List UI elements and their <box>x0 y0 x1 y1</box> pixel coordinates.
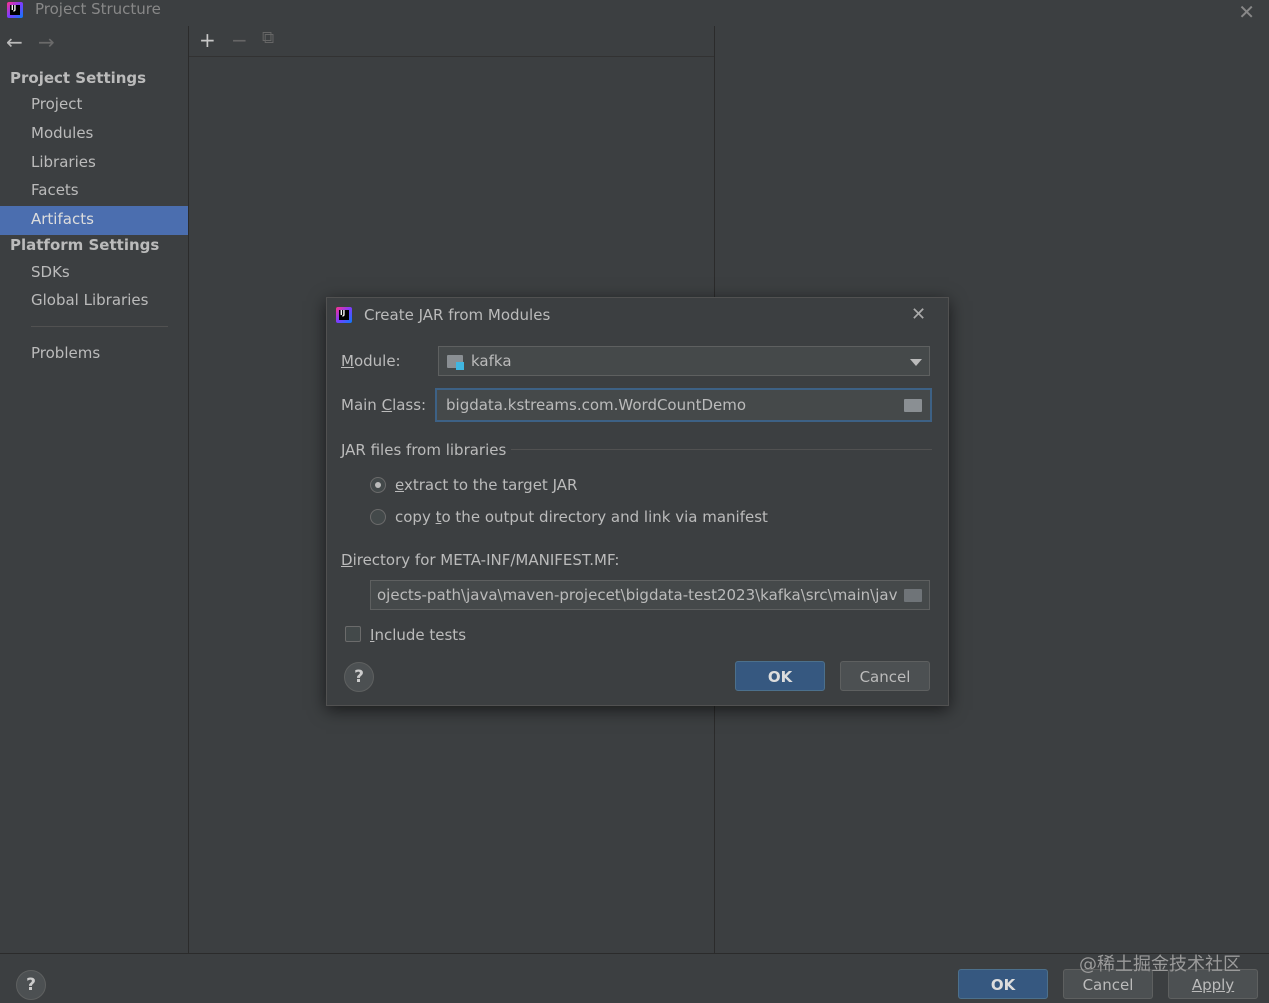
sidebar: ← → Project Settings Project Modules Lib… <box>0 26 189 953</box>
module-folder-icon <box>447 355 464 370</box>
sidebar-item-libraries[interactable]: Libraries <box>31 153 96 171</box>
ok-button[interactable]: OK <box>958 969 1048 999</box>
title-bar: IJ Project Structure ✕ <box>0 0 1269 24</box>
dialog-close-icon[interactable]: ✕ <box>911 304 926 325</box>
section-header-project-settings: Project Settings <box>10 69 147 87</box>
main-class-label: Main Class: <box>341 396 427 414</box>
dialog-ok-button[interactable]: OK <box>735 661 825 691</box>
sidebar-item-sdks[interactable]: SDKs <box>31 263 70 281</box>
dialog-title: Create JAR from Modules <box>364 306 551 324</box>
radio-extract-label[interactable]: extract to the target JAR <box>395 476 577 494</box>
window-close-icon[interactable]: ✕ <box>1238 0 1255 24</box>
sidebar-item-problems[interactable]: Problems <box>31 344 100 362</box>
main-class-field[interactable]: bigdata.kstreams.com.WordCountDemo <box>435 388 932 422</box>
sidebar-item-modules[interactable]: Modules <box>31 124 93 142</box>
section-header-platform-settings: Platform Settings <box>10 236 160 254</box>
copy-artifact-icon[interactable]: ⧉ <box>262 28 274 48</box>
forward-arrow-icon[interactable]: → <box>38 30 55 54</box>
radio-extract-to-jar[interactable] <box>370 477 386 493</box>
browse-folder-icon[interactable] <box>904 399 922 412</box>
sidebar-item-artifacts[interactable]: Artifacts <box>0 206 188 235</box>
dialog-help-icon[interactable]: ? <box>344 662 374 692</box>
sidebar-item-global-libraries[interactable]: Global Libraries <box>31 291 148 309</box>
browse-folder-icon[interactable] <box>904 589 922 602</box>
intellij-logo-icon: IJ <box>7 2 23 18</box>
back-arrow-icon[interactable]: ← <box>6 30 23 54</box>
sidebar-item-facets[interactable]: Facets <box>31 181 79 199</box>
manifest-dir-value: ojects-path\java\maven-projecet\bigdata-… <box>377 586 897 604</box>
section-divider <box>511 449 932 450</box>
radio-copy-to-output[interactable] <box>370 509 386 525</box>
sidebar-item-label: Artifacts <box>31 210 94 228</box>
toolbar-divider <box>189 56 714 57</box>
module-dropdown[interactable]: kafka <box>438 346 930 376</box>
watermark: @稀土掘金技术社区 <box>1079 954 1241 975</box>
sidebar-item-project[interactable]: Project <box>31 95 82 113</box>
module-label: Module: <box>341 352 401 370</box>
dialog-cancel-button[interactable]: Cancel <box>840 661 930 691</box>
add-artifact-icon[interactable]: + <box>199 28 216 52</box>
chevron-down-icon <box>910 359 922 366</box>
module-value: kafka <box>471 352 512 370</box>
manifest-dir-label: Directory for META-INF/MANIFEST.MF: <box>341 551 620 569</box>
jar-files-section-header: JAR files from libraries <box>341 441 507 459</box>
create-jar-dialog: IJ Create JAR from Modules ✕ Module: kaf… <box>326 297 949 706</box>
remove-artifact-icon[interactable]: − <box>231 28 248 52</box>
include-tests-checkbox[interactable] <box>345 626 361 642</box>
sidebar-divider <box>31 326 168 327</box>
main-class-value: bigdata.kstreams.com.WordCountDemo <box>446 396 747 414</box>
radio-copy-label[interactable]: copy to the output directory and link vi… <box>395 508 768 526</box>
window-title: Project Structure <box>35 0 161 18</box>
manifest-dir-field[interactable]: ojects-path\java\maven-projecet\bigdata-… <box>370 580 930 610</box>
intellij-logo-icon: IJ <box>336 307 352 323</box>
include-tests-label[interactable]: Include tests <box>370 626 466 644</box>
help-icon[interactable]: ? <box>16 970 46 1000</box>
